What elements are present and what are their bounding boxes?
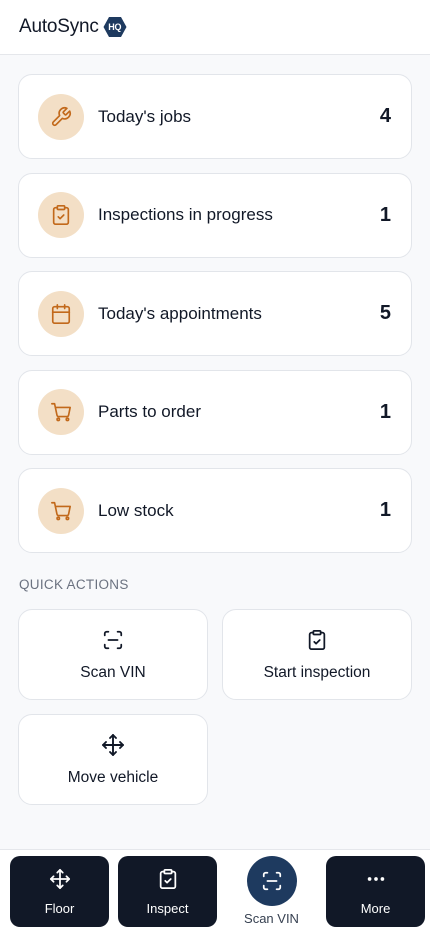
move-icon [49, 868, 71, 895]
nav-label: Floor [44, 900, 75, 916]
stat-label: Parts to order [98, 402, 201, 421]
nav-inspect[interactable]: Inspect [118, 856, 217, 927]
hq-badge: HQ [103, 16, 127, 38]
nav-label: Scan VIN [244, 911, 299, 926]
quick-action-scan-vin[interactable]: Scan VIN [18, 609, 208, 700]
scan-icon [262, 871, 281, 891]
hq-badge-text: HQ [108, 22, 122, 32]
quick-action-start-inspection[interactable]: Start inspection [222, 609, 412, 700]
stat-cards: Today's jobs 4 Inspections in progress 1 [18, 74, 412, 567]
move-icon [101, 733, 125, 757]
stat-value: 4 [379, 105, 391, 127]
stat-label: Today's jobs [98, 106, 192, 126]
clipboard-check-icon [306, 628, 328, 652]
nav-scan-vin[interactable]: Scan VIN [222, 850, 321, 931]
nav-label: Inspect [146, 900, 189, 916]
stat-value: 1 [379, 400, 391, 423]
stat-card-appointments[interactable]: Today's appointments 5 [18, 271, 412, 356]
quick-action-label: Start inspection [263, 663, 371, 681]
bottom-nav: Floor Inspect Scan VIN More [0, 849, 430, 931]
nav-label: More [360, 900, 391, 916]
calendar-icon [38, 290, 84, 337]
quick-actions-title: QUICK ACTIONS [19, 577, 129, 592]
stat-card-parts-to-order[interactable]: Parts to order 1 [18, 369, 412, 455]
stat-card-low-stock[interactable]: Low stock 1 [18, 468, 412, 553]
stat-label: Inspections in progress [98, 205, 273, 224]
brand-name: AutoSync [19, 16, 99, 37]
stat-value: 5 [379, 302, 391, 324]
cart-icon [38, 487, 84, 534]
wrench-icon [38, 93, 84, 140]
stat-value: 1 [379, 499, 391, 521]
clipboard-check-icon [38, 192, 84, 238]
stat-label: Today's appointments [98, 303, 262, 323]
scan-icon [102, 628, 124, 652]
stat-card-todays-jobs[interactable]: Today's jobs 4 [18, 74, 412, 159]
app-root: AutoSync HQ Today's jobs 4 Inspections i… [0, 0, 430, 931]
nav-floor[interactable]: Floor [10, 856, 109, 927]
nav-more[interactable]: More [326, 856, 425, 927]
scan-button[interactable] [246, 856, 297, 906]
stat-label: Low stock [98, 500, 174, 520]
more-dots-icon [365, 868, 387, 895]
stat-card-inspections[interactable]: Inspections in progress 1 [18, 172, 412, 258]
quick-action-label: Scan VIN [80, 663, 146, 681]
quick-action-move-vehicle[interactable]: Move vehicle [18, 714, 208, 805]
stat-value: 1 [379, 203, 391, 226]
cart-icon [38, 389, 84, 435]
clipboard-check-icon [157, 868, 179, 895]
top-header: AutoSync HQ [0, 0, 430, 55]
quick-action-label: Move vehicle [67, 768, 159, 786]
